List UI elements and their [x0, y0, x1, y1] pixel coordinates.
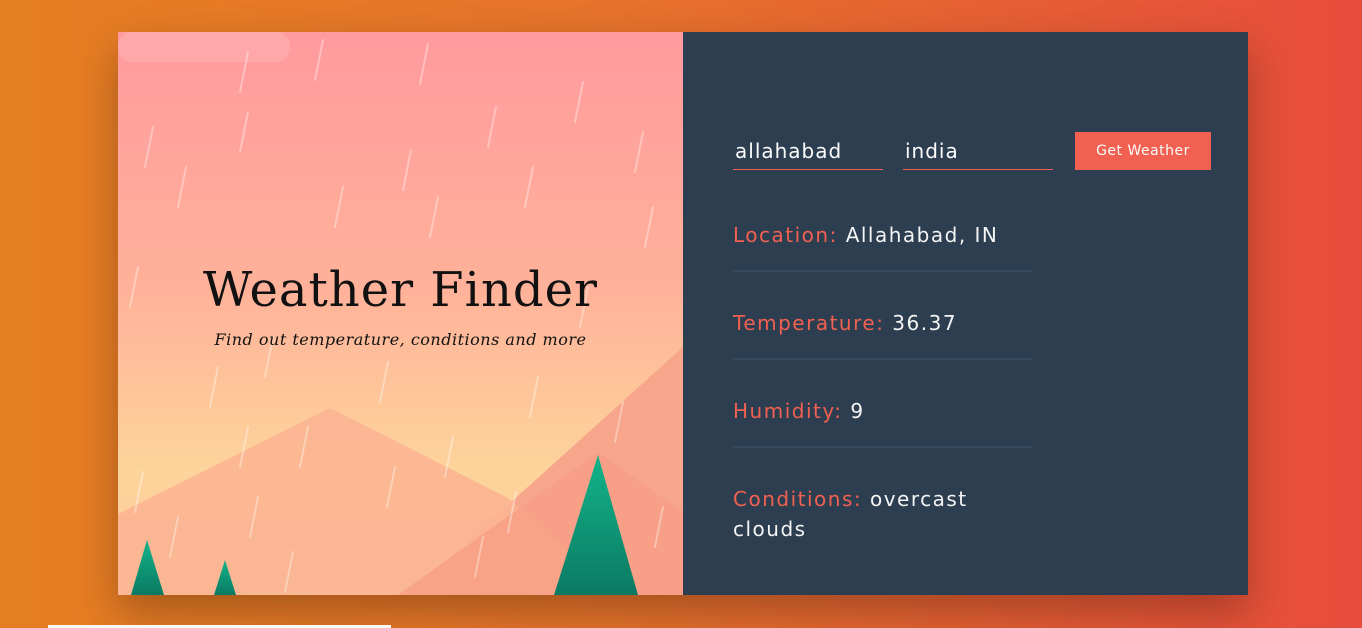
sky-highlight — [118, 32, 290, 62]
country-input[interactable] — [903, 132, 1053, 170]
humidity-label: Humidity: — [733, 399, 843, 423]
humidity-row: Humidity: 9 — [733, 396, 1033, 426]
location-row: Location: Allahabad, IN — [733, 220, 1033, 250]
hero-panel: Weather Finder Find out temperature, con… — [118, 32, 683, 595]
location-label: Location: — [733, 223, 838, 247]
temperature-row: Temperature: 36.37 — [733, 308, 1033, 338]
humidity-value: 9 — [850, 399, 865, 423]
location-value: Allahabad, IN — [845, 223, 999, 247]
page-title: Weather Finder — [203, 262, 598, 318]
divider — [733, 358, 1033, 360]
conditions-row: Conditions: overcast clouds — [733, 484, 1033, 544]
conditions-label: Conditions: — [733, 487, 863, 511]
weather-card: Weather Finder Find out temperature, con… — [118, 32, 1248, 595]
city-input[interactable] — [733, 132, 883, 170]
weather-form: Get Weather — [733, 132, 1213, 172]
weather-panel: Get Weather Location: Allahabad, IN Temp… — [683, 32, 1248, 595]
divider — [733, 270, 1033, 272]
page-subtitle: Find out temperature, conditions and mor… — [214, 330, 587, 349]
get-weather-button[interactable]: Get Weather — [1075, 132, 1211, 170]
hero-title-block: Weather Finder Find out temperature, con… — [118, 260, 683, 349]
temperature-label: Temperature: — [733, 311, 885, 335]
temperature-value: 36.37 — [892, 311, 958, 335]
divider — [733, 446, 1033, 448]
